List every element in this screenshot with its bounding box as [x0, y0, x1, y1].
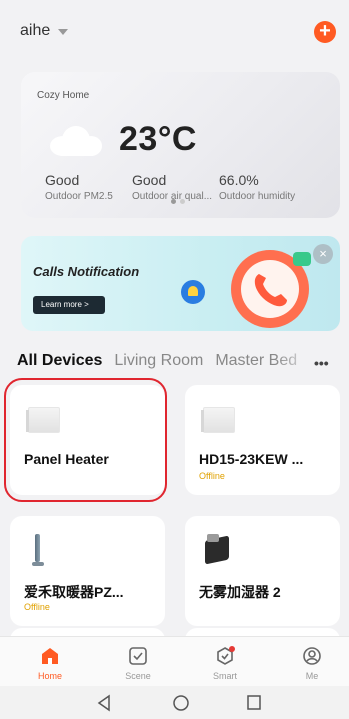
nav-scene[interactable]: Scene: [113, 645, 163, 681]
device-name: 爱禾取暖器PZ...: [24, 584, 124, 600]
nav-label: Smart: [212, 671, 237, 681]
temperature: 23°C: [119, 120, 197, 158]
tabs-more-icon[interactable]: •••: [314, 355, 329, 371]
nav-home[interactable]: Home: [25, 645, 75, 681]
smart-icon: [214, 645, 236, 667]
device-card[interactable]: HD15-23KEW ... Offline: [185, 385, 340, 495]
nav-label: Scene: [125, 671, 151, 681]
bottom-nav: Home Scene Smart Me: [0, 636, 349, 686]
nav-me[interactable]: Me: [287, 645, 337, 681]
nav-label: Home: [37, 671, 62, 681]
metric-value: 66.0%: [219, 172, 259, 188]
add-device-button[interactable]: +: [314, 21, 336, 43]
caret-down-icon: [58, 29, 69, 35]
metric-value: Good: [132, 172, 167, 188]
alarm-bell-icon: [181, 280, 205, 304]
plus-icon: +: [319, 20, 331, 42]
home-selector[interactable]: aihe: [20, 22, 69, 40]
metric-humidity: 66.0% Outdoor humidity: [219, 172, 295, 202]
weather-card[interactable]: Cozy Home 23°C Good Outdoor PM2.5 Good O…: [21, 72, 340, 218]
device-card[interactable]: 无雾加湿器 2: [185, 516, 340, 626]
scene-icon: [127, 645, 149, 667]
metric-air-quality: Good Outdoor air qual...: [132, 172, 212, 202]
cloud-icon: [46, 124, 106, 156]
tab-all-devices[interactable]: All Devices: [17, 352, 102, 376]
device-name: HD15-23KEW ...: [199, 451, 304, 467]
weather-home-label: Cozy Home: [37, 90, 90, 101]
back-icon[interactable]: [96, 694, 112, 712]
header: aihe +: [0, 0, 349, 62]
home-name: aihe: [20, 22, 51, 39]
learn-more-button[interactable]: Learn more >: [33, 296, 105, 314]
home-icon: [39, 645, 61, 667]
device-status: Offline: [199, 471, 225, 481]
selection-highlight: [4, 378, 167, 502]
metric-label: Outdoor PM2.5: [45, 191, 113, 202]
chat-bubble-icon: [293, 252, 311, 266]
device-status: Offline: [24, 602, 50, 612]
promo-banner[interactable]: Calls Notification Learn more > ×: [21, 236, 340, 331]
humidifier-icon: [203, 532, 231, 565]
recents-icon[interactable]: [246, 694, 262, 712]
system-nav-bar: [0, 686, 349, 719]
metric-value: Good: [45, 172, 80, 188]
metric-pm25: Good Outdoor PM2.5: [45, 172, 113, 202]
me-icon: [301, 645, 323, 667]
metric-label: Outdoor humidity: [219, 191, 296, 202]
device-card[interactable]: 爱禾取暖器PZ... Offline: [10, 516, 165, 626]
tab-living-room[interactable]: Living Room: [114, 352, 203, 376]
banner-title: Calls Notification: [33, 264, 140, 279]
nav-label: Me: [305, 671, 319, 681]
close-icon[interactable]: ×: [313, 244, 333, 264]
device-name: 无雾加湿器 2: [199, 584, 281, 600]
tower-heater-icon: [32, 534, 44, 568]
tabs-fade: [275, 350, 315, 378]
nav-smart[interactable]: Smart: [200, 645, 250, 681]
panel-heater-icon: [201, 407, 235, 433]
home-circle-icon[interactable]: [172, 694, 190, 712]
carousel-dots: [171, 199, 185, 204]
